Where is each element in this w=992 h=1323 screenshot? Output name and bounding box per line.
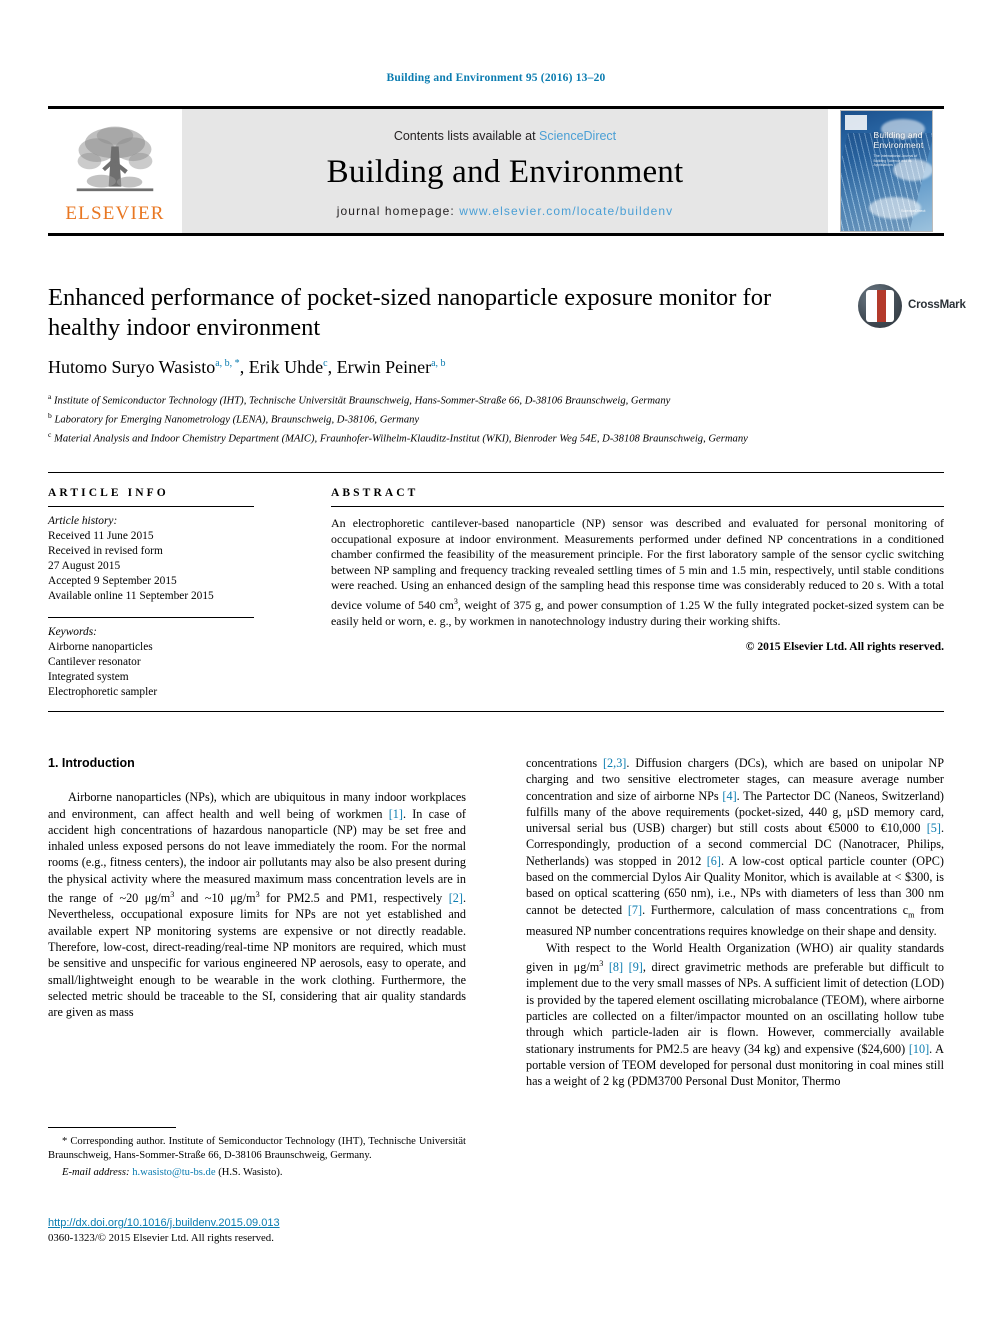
citation-ref[interactable]: [2] bbox=[449, 891, 463, 905]
text-run: . Furthermore, calculation of mass conce… bbox=[642, 902, 909, 917]
keyword-item: Electrophoretic sampler bbox=[48, 686, 158, 698]
email-owner: (H.S. Wasisto). bbox=[218, 1167, 283, 1178]
elsevier-tree-icon bbox=[76, 126, 154, 192]
abstract-column: ABSTRACT An electrophoretic cantilever-b… bbox=[331, 487, 944, 653]
intro-paragraph-right-2: With respect to the World Health Organiz… bbox=[526, 940, 944, 1090]
crossmark-label: CrossMark bbox=[908, 299, 966, 311]
cover-image: Building and Environment The Internation… bbox=[839, 110, 933, 232]
keywords-block: Keywords: Airborne nanoparticles Cantile… bbox=[48, 617, 273, 700]
journal-homepage-line: journal homepage: www.elsevier.com/locat… bbox=[337, 204, 674, 218]
intro-paragraph-left: Airborne nanoparticles (NPs), which are … bbox=[48, 789, 466, 1020]
title-block: Enhanced performance of pocket-sized nan… bbox=[48, 283, 966, 447]
corresponding-author-note: * Corresponding author. Institute of Sem… bbox=[48, 1136, 466, 1161]
article-history-item: Received 11 June 2015 bbox=[48, 530, 154, 542]
abstract-text: An electrophoretic cantilever-based nano… bbox=[331, 516, 944, 629]
cover-elsevier-logo bbox=[844, 115, 867, 130]
running-head: Building and Environment 95 (2016) 13–20 bbox=[386, 72, 606, 84]
citation-ref[interactable]: [9] bbox=[629, 960, 643, 974]
text-run: , direct gravimetric methods are prefera… bbox=[526, 960, 945, 1056]
author-email-link[interactable]: h.wasisto@tu-bs.de bbox=[132, 1167, 215, 1178]
article-history-item: Accepted 9 September 2015 bbox=[48, 575, 177, 587]
article-history-label: Article history: bbox=[48, 515, 118, 527]
text-run: for PM2.5 and PM1, respectively bbox=[259, 891, 449, 906]
text-run: and ~10 μg/m bbox=[174, 891, 256, 906]
citation-ref[interactable]: [6] bbox=[707, 854, 721, 868]
keywords-label: Keywords: bbox=[48, 626, 97, 638]
article-title: Enhanced performance of pocket-sized nan… bbox=[48, 284, 772, 341]
affiliation-text: Laboratory for Emerging Nanometrology (L… bbox=[54, 414, 420, 426]
cover-title-line2: Environment bbox=[873, 140, 924, 150]
issn-copyright-line: 0360-1323/© 2015 Elsevier Ltd. All right… bbox=[48, 1232, 274, 1244]
affiliation-text: Institute of Semiconductor Technology (I… bbox=[54, 395, 671, 407]
article-history-item: 27 August 2015 bbox=[48, 560, 121, 572]
divider bbox=[48, 506, 254, 507]
contents-prefix: Contents lists available at bbox=[393, 128, 540, 143]
keyword-item: Integrated system bbox=[48, 671, 129, 683]
intro-paragraph-right-1: concentrations [2,3]. Diffusion chargers… bbox=[526, 755, 944, 940]
affiliation-mark: b bbox=[48, 411, 52, 421]
keyword-item: Cantilever resonator bbox=[48, 656, 141, 668]
citation-ref[interactable]: [1] bbox=[389, 807, 403, 821]
journal-cover-thumbnail[interactable]: Building and Environment The Internation… bbox=[828, 109, 944, 233]
article-history-item: Available online 11 September 2015 bbox=[48, 590, 214, 602]
author-affil-marks: a, b, * bbox=[215, 358, 240, 369]
cover-title-line1: Building and bbox=[873, 130, 923, 140]
footer-block: http://dx.doi.org/10.1016/j.buildenv.201… bbox=[48, 1217, 478, 1244]
affiliation-list: a Institute of Semiconductor Technology … bbox=[48, 390, 878, 447]
text-run: . Nevertheless, occupational exposure li… bbox=[48, 891, 467, 1020]
citation-ref[interactable]: [2,3] bbox=[603, 756, 626, 770]
divider bbox=[48, 617, 254, 618]
affiliation-item: a Institute of Semiconductor Technology … bbox=[48, 390, 878, 409]
homepage-label: journal homepage: bbox=[336, 203, 460, 218]
citation-ref[interactable]: [4] bbox=[722, 789, 736, 803]
citation-ref[interactable]: [8] bbox=[609, 960, 623, 974]
crossmark-badge[interactable]: CrossMark bbox=[858, 284, 966, 328]
affiliation-mark: a bbox=[48, 392, 52, 401]
footnote-divider bbox=[48, 1127, 176, 1128]
text-run: concentrations bbox=[526, 756, 603, 770]
citation-ref[interactable]: [5] bbox=[927, 821, 941, 835]
crossmark-icon bbox=[858, 284, 902, 328]
email-label: E-mail address: bbox=[62, 1167, 130, 1178]
journal-article-first-page: Building and Environment 95 (2016) 13–20 bbox=[0, 0, 992, 1323]
affiliation-mark: c bbox=[48, 430, 52, 440]
section-heading-introduction: 1. Introduction bbox=[48, 756, 135, 770]
author-name: Erik Uhde bbox=[248, 357, 324, 377]
article-history-item: Received in revised form bbox=[48, 545, 163, 557]
cover-title: Building and Environment bbox=[874, 130, 924, 150]
article-info-column: ARTICLE INFO Article history: Received 1… bbox=[48, 487, 273, 700]
journal-title: Building and Environment bbox=[326, 153, 684, 190]
info-abstract-band: ARTICLE INFO Article history: Received 1… bbox=[48, 472, 944, 712]
body-column-left: 1. Introduction Airborne nanoparticles (… bbox=[48, 755, 466, 1021]
citation-ref[interactable]: [10] bbox=[909, 1042, 929, 1056]
masthead-center: Contents lists available at ScienceDirec… bbox=[182, 109, 828, 233]
affiliation-text: Material Analysis and Indoor Chemistry D… bbox=[54, 433, 748, 445]
author-affil-marks: a, b bbox=[431, 358, 446, 369]
citation-ref[interactable]: [7] bbox=[628, 903, 642, 917]
keyword-item: Airborne nanoparticles bbox=[48, 641, 153, 653]
journal-masthead: ELSEVIER Contents lists available at Sci… bbox=[48, 106, 944, 236]
sciencedirect-link[interactable]: ScienceDirect bbox=[539, 129, 616, 143]
divider bbox=[331, 506, 944, 507]
body-column-right: concentrations [2,3]. Diffusion chargers… bbox=[526, 755, 944, 1089]
affiliation-item: c Material Analysis and Indoor Chemistry… bbox=[48, 428, 878, 447]
footnote-block: * Corresponding author. Institute of Sem… bbox=[48, 1127, 466, 1180]
author-list: Hutomo Suryo Wasistoa, b, *, Erik Uhdec,… bbox=[48, 357, 446, 377]
article-info-heading: ARTICLE INFO bbox=[48, 487, 169, 499]
abstract-heading: ABSTRACT bbox=[331, 487, 419, 499]
elsevier-wordmark: ELSEVIER bbox=[65, 203, 165, 224]
homepage-url[interactable]: www.elsevier.com/locate/buildenv bbox=[459, 204, 673, 218]
author-affil-marks: c bbox=[323, 358, 328, 369]
abstract-copyright: © 2015 Elsevier Ltd. All rights reserved… bbox=[745, 640, 944, 654]
email-note: E-mail address: h.wasisto@tu-bs.de (H.S.… bbox=[48, 1166, 466, 1180]
doi-link[interactable]: http://dx.doi.org/10.1016/j.buildenv.201… bbox=[48, 1217, 478, 1229]
cover-corner-text: ScienceDirect bbox=[900, 208, 926, 213]
author-name: Erwin Peiner bbox=[336, 357, 432, 377]
elsevier-logo: ELSEVIER bbox=[48, 109, 182, 233]
affiliation-item: b Laboratory for Emerging Nanometrology … bbox=[48, 409, 878, 428]
contents-available-line: Contents lists available at ScienceDirec… bbox=[394, 129, 616, 143]
cover-subtitle: The International Journal of Building Sc… bbox=[873, 154, 918, 168]
author-name: Hutomo Suryo Wasisto bbox=[48, 357, 216, 377]
